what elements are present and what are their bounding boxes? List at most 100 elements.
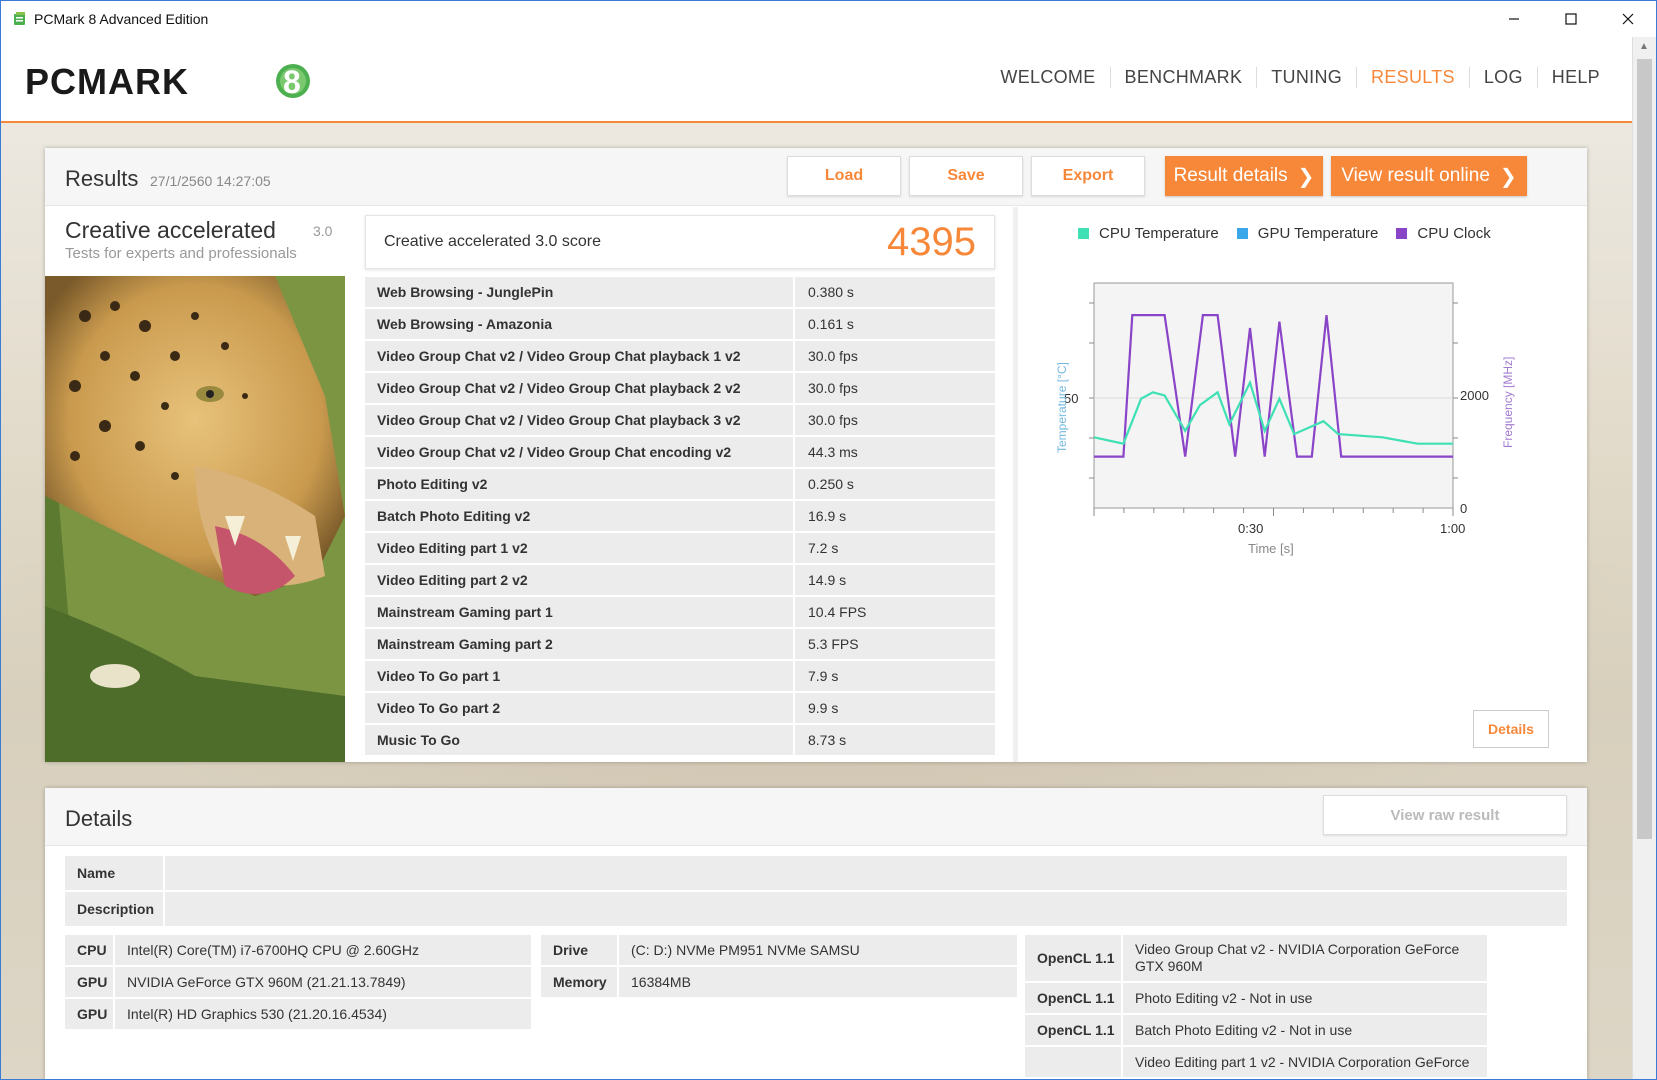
test-version: 3.0 xyxy=(313,223,333,239)
info-key: OpenCL 1.1 xyxy=(1025,935,1121,981)
table-row: Video Group Chat v2 / Video Group Chat p… xyxy=(365,373,995,403)
table-row: Video Group Chat v2 / Video Group Chat p… xyxy=(365,405,995,435)
load-button[interactable]: Load xyxy=(787,156,901,196)
legend-cpu-clock[interactable]: CPU Clock xyxy=(1396,225,1491,242)
results-table: Web Browsing - JunglePin 0.380 s Web Brows… xyxy=(365,277,995,757)
test-result-name: Mainstream Gaming part 1 xyxy=(365,597,793,627)
info-value: (C: D:) NVMe PM951 NVMe SAMSU xyxy=(619,935,1017,965)
test-result-value: 7.2 s xyxy=(795,533,995,563)
info-row: Drive (C: D:) NVMe PM951 NVMe SAMSU xyxy=(541,935,1017,965)
test-result-value: 44.3 ms xyxy=(795,437,995,467)
legend-swatch xyxy=(1396,228,1408,239)
x-tick-label: 1:00 xyxy=(1440,521,1465,536)
close-button[interactable] xyxy=(1599,1,1656,37)
info-value: NVIDIA GeForce GTX 960M (21.21.13.7849) xyxy=(115,967,531,997)
test-result-value: 9.9 s xyxy=(795,693,995,723)
nav-tuning[interactable]: TUNING xyxy=(1256,67,1356,88)
description-value xyxy=(165,892,1567,926)
score-box: Creative accelerated 3.0 score 4395 xyxy=(365,215,995,269)
chevron-right-icon: ❯ xyxy=(1499,165,1517,188)
legend-gpu-temp[interactable]: GPU Temperature xyxy=(1236,225,1378,242)
chart-plot: 50 2000 0 0:30 1:00 Time [s] Temperature… xyxy=(1055,282,1515,556)
details-header: Details View raw result xyxy=(45,788,1587,846)
y-right-tick-label: 2000 xyxy=(1460,388,1489,403)
test-result-name: Web Browsing - Amazonia xyxy=(365,309,793,339)
test-result-value: 30.0 fps xyxy=(795,405,995,435)
test-result-value: 14.9 s xyxy=(795,565,995,595)
info-value: Photo Editing v2 - Not in use xyxy=(1123,983,1487,1013)
close-icon xyxy=(1622,13,1633,25)
nav-help[interactable]: HELP xyxy=(1536,67,1614,88)
info-row: Memory 16384MB xyxy=(541,967,1017,997)
info-row: OpenCL 1.1 Batch Photo Editing v2 - Not i… xyxy=(1025,1015,1487,1045)
info-row: Video Editing part 1 v2 - NVIDIA Corpora… xyxy=(1025,1047,1487,1077)
view-raw-result-button[interactable]: View raw result xyxy=(1323,795,1567,835)
test-result-name: Mainstream Gaming part 2 xyxy=(365,629,793,659)
table-row: Batch Photo Editing v2 16.9 s xyxy=(365,501,995,531)
nav-benchmark[interactable]: BENCHMARK xyxy=(1109,67,1257,88)
vertical-scrollbar[interactable]: ▲ xyxy=(1632,37,1656,1079)
scroll-thumb[interactable] xyxy=(1637,59,1652,839)
results-title: Results xyxy=(65,166,139,191)
info-row: OpenCL 1.1 Video Group Chat v2 - NVIDIA C… xyxy=(1025,935,1487,981)
table-row: Mainstream Gaming part 1 10.4 FPS xyxy=(365,597,995,627)
table-row: Web Browsing - JunglePin 0.380 s xyxy=(365,277,995,307)
info-key: OpenCL 1.1 xyxy=(1025,1015,1121,1045)
app-window: PCMark 8 Advanced Edition PCMARK 8 WELCO… xyxy=(0,0,1657,1080)
export-button[interactable]: Export xyxy=(1031,156,1145,196)
minimize-icon xyxy=(1508,18,1519,20)
test-result-value: 16.9 s xyxy=(795,501,995,531)
test-result-name: Video To Go part 2 xyxy=(365,693,793,723)
test-result-value: 0.380 s xyxy=(795,277,995,307)
name-value xyxy=(165,856,1567,890)
chevron-right-icon: ❯ xyxy=(1297,165,1315,188)
y-right-axis-label: Frequency [MHz] xyxy=(1501,357,1515,448)
name-row: Name xyxy=(65,856,1567,890)
table-row: Video To Go part 2 9.9 s xyxy=(365,693,995,723)
leopard-image xyxy=(45,276,345,762)
details-title: Details xyxy=(65,806,133,831)
details-panel: Details View raw result Name Description… xyxy=(45,788,1587,1079)
description-label: Description xyxy=(65,892,163,926)
info-key: CPU xyxy=(65,935,113,965)
result-details-label: Result details xyxy=(1173,165,1288,186)
nav-log[interactable]: LOG xyxy=(1468,67,1537,88)
info-key: Drive xyxy=(541,935,617,965)
save-button[interactable]: Save xyxy=(909,156,1023,196)
table-row: Music To Go 8.73 s xyxy=(365,725,995,755)
legend-label: CPU Clock xyxy=(1417,225,1491,242)
test-subtitle: Tests for experts and professionals xyxy=(65,245,297,262)
test-result-name: Video Group Chat v2 / Video Group Chat p… xyxy=(365,341,793,371)
y-right-tick-label: 0 xyxy=(1460,501,1467,516)
x-tick-label: 0:30 xyxy=(1238,521,1263,536)
info-row: OpenCL 1.1 Photo Editing v2 - Not in use xyxy=(1025,983,1487,1013)
app-header: PCMARK 8 WELCOME BENCHMARK TUNING RESULT… xyxy=(1,37,1634,123)
view-online-button[interactable]: View result online ❯ xyxy=(1331,156,1527,196)
test-result-value: 7.9 s xyxy=(795,661,995,691)
info-row: GPU NVIDIA GeForce GTX 960M (21.21.13.784… xyxy=(65,967,531,997)
chart-details-button[interactable]: Details xyxy=(1473,710,1549,748)
results-header: Results 27/1/2560 14:27:05 Load Save Exp… xyxy=(45,148,1587,206)
test-result-value: 0.161 s xyxy=(795,309,995,339)
minimize-button[interactable] xyxy=(1485,1,1542,37)
test-result-value: 30.0 fps xyxy=(795,341,995,371)
result-details-button[interactable]: Result details ❯ xyxy=(1165,156,1323,196)
scroll-up-icon[interactable]: ▲ xyxy=(1639,41,1649,52)
info-row: GPU Intel(R) HD Graphics 530 (21.20.16.45… xyxy=(65,999,531,1029)
name-label: Name xyxy=(65,856,163,890)
nav-results[interactable]: RESULTS xyxy=(1356,67,1469,88)
info-key: OpenCL 1.1 xyxy=(1025,983,1121,1013)
test-result-name: Video Group Chat v2 / Video Group Chat p… xyxy=(365,373,793,403)
table-row: Video Editing part 1 v2 7.2 s xyxy=(365,533,995,563)
maximize-button[interactable] xyxy=(1542,1,1599,37)
legend-cpu-temp[interactable]: CPU Temperature xyxy=(1078,225,1219,242)
info-value: Batch Photo Editing v2 - Not in use xyxy=(1123,1015,1487,1045)
nav-welcome[interactable]: WELCOME xyxy=(986,67,1109,88)
table-row: Photo Editing v2 0.250 s xyxy=(365,469,995,499)
chart-legend: CPU Temperature GPU Temperature CPU Cloc… xyxy=(1078,225,1509,242)
x-axis-label: Time [s] xyxy=(1248,541,1294,556)
info-key: Memory xyxy=(541,967,617,997)
table-row: Video Group Chat v2 / Video Group Chat p… xyxy=(365,341,995,371)
table-row: Web Browsing - Amazonia 0.161 s xyxy=(365,309,995,339)
info-value: Video Editing part 1 v2 - NVIDIA Corpora… xyxy=(1123,1047,1487,1077)
